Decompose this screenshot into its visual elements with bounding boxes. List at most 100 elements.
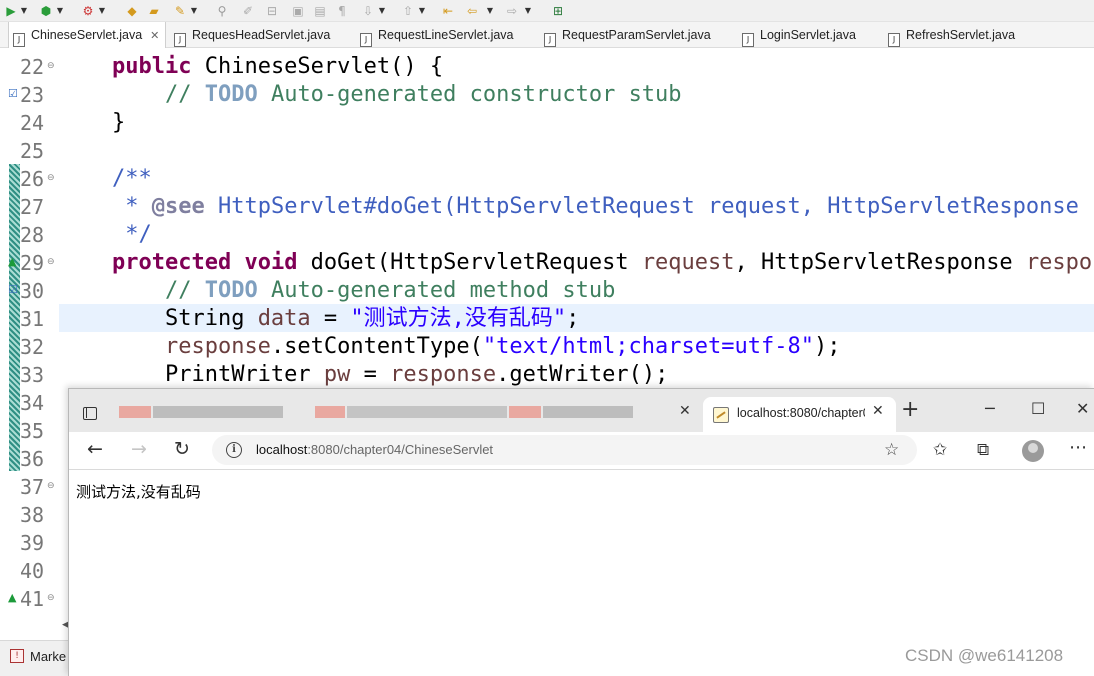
whitespace-icon[interactable]: ¶ [334,3,350,19]
code-line-28: */ [111,222,152,247]
tab-refresh-servlet[interactable]: J RefreshServlet.java [884,22,1015,48]
tab-request-line-servlet[interactable]: J RequestLineServlet.java [356,22,514,48]
debug-dropdown-icon[interactable]: ▼ [56,3,64,19]
code-line-29: protected void doGet(HttpServletRequest … [111,250,1094,275]
forward-icon[interactable]: → [131,438,147,460]
close-icon[interactable]: ✕ [150,29,159,42]
line-number: 41 [20,587,45,611]
code-line-27: * @see HttpServlet#doGet(HttpServletRequ… [111,194,1094,219]
previous-annotation-icon[interactable]: ⇧ [400,3,416,19]
maximize-icon[interactable]: ☐ [1031,399,1045,418]
block-selection-icon[interactable]: ▣ [290,3,306,19]
search-icon[interactable]: ✎ [172,3,188,19]
task-marker-icon[interactable]: ☑ [8,88,18,100]
override-marker-icon[interactable]: ▲ [8,592,16,604]
browser-tab-active[interactable]: localhost:8080/chapter0 ✕ [703,397,896,432]
fold-collapse-icon[interactable]: ⊖ [47,593,55,603]
favorites-add-icon[interactable]: ☆ [884,440,899,460]
line-number: 30 [20,279,45,303]
line-number: 25 [20,139,45,163]
external-tools-icon[interactable]: ⚙ [80,3,96,19]
tab-login-servlet[interactable]: J LoginServlet.java [738,22,856,48]
more-icon[interactable]: ⋯ [1069,437,1087,458]
new-package-icon[interactable]: ◆ [124,3,140,19]
code-line-26: /** [111,166,152,191]
task-marker-icon[interactable]: ☑ [8,284,18,296]
page-content: 测试方法,没有乱码 CSDN @we6141208 [69,470,1094,676]
toggle-breadcrumb-icon[interactable]: ✐ [240,3,256,19]
previous-annotation-dropdown-icon[interactable]: ▼ [418,3,426,19]
bottom-view-strip: ◀ ! Marke [0,619,70,676]
fold-collapse-icon[interactable]: ⊖ [47,173,55,183]
line-number: 27 [20,195,45,219]
line-number: 26 [20,167,45,191]
quick-diff-bar [9,164,20,471]
line-number: 39 [20,531,45,555]
fold-collapse-icon[interactable]: ⊖ [47,61,55,71]
back-history-icon[interactable]: ⇦ [464,3,480,19]
blurred-tab-title [153,406,283,418]
info-icon[interactable]: i [226,442,242,458]
line-number: 31 [20,307,45,331]
tab-label: LoginServlet.java [760,28,856,42]
java-file-icon: J [544,33,556,47]
line-number: 40 [20,559,45,583]
code-line-33: PrintWriter pw = response.getWriter(); [164,362,669,387]
word-wrap-icon[interactable]: ▤ [312,3,328,19]
tab-label: RefreshServlet.java [906,28,1016,42]
debug-icon[interactable]: ⬢ [38,3,54,19]
forward-history-dropdown-icon[interactable]: ▼ [524,3,532,19]
open-type-icon[interactable]: ▰ [146,3,162,19]
last-edit-icon[interactable]: ⇤ [440,3,456,19]
toggle-mark-icon[interactable]: ⚲ [214,3,230,19]
line-number: 37 [20,475,45,499]
line-number: 36 [20,447,45,471]
forward-history-icon[interactable]: ⇨ [504,3,520,19]
code-line-30: // TODO Auto-generated method stub [164,278,616,303]
code-line-23: // TODO Auto-generated constructor stub [164,82,682,107]
override-marker-icon[interactable]: ▲ [8,256,16,268]
run-icon[interactable]: ▶ [3,3,19,19]
browser-window: ✕ localhost:8080/chapter0 ✕ + ─ ☐ ✕ ← → … [68,388,1094,676]
next-annotation-dropdown-icon[interactable]: ▼ [378,3,386,19]
response-text: 测试方法,没有乱码 [76,483,201,501]
blurred-tab-title [315,406,345,418]
close-window-icon[interactable]: ✕ [1076,399,1089,418]
close-tab-icon[interactable]: ✕ [679,403,691,419]
back-icon[interactable]: ← [87,438,103,460]
markers-tab[interactable]: Marke [30,649,66,664]
close-tab-icon[interactable]: ✕ [872,403,884,419]
line-number: 29 [20,251,45,275]
address-bar[interactable]: i localhost:8080/chapter04/ChineseServle… [212,435,917,465]
watermark: CSDN @we6141208 [905,646,1064,665]
collections-icon[interactable]: ⧉ [977,440,989,460]
minimize-icon[interactable]: ─ [985,399,995,418]
line-number: 32 [20,335,45,359]
code-line-24: } [111,110,126,135]
line-number: 28 [20,223,45,247]
tab-request-param-servlet[interactable]: J RequestParamServlet.java [540,22,711,48]
next-annotation-icon[interactable]: ⇩ [360,3,376,19]
search-dropdown-icon[interactable]: ▼ [190,3,198,19]
run-dropdown-icon[interactable]: ▼ [20,3,28,19]
browser-tab-title: localhost:8080/chapter0 [737,406,865,420]
back-history-dropdown-icon[interactable]: ▼ [486,3,494,19]
eclipse-toolbar: ▶ ▼ ⬢ ▼ ⚙ ▼ ◆ ▰ ✎ ▼ ⚲ ✐ ⊟ ▣ ▤ ¶ ⇩ ▼ ⇧ ▼ … [0,0,1094,22]
open-perspective-icon[interactable]: ⊞ [550,3,566,19]
tab-request-head-servlet[interactable]: J RequesHeadServlet.java [170,22,330,48]
profile-icon[interactable] [1022,440,1044,462]
refresh-icon[interactable]: ↻ [174,438,190,460]
favorites-icon[interactable]: ✩ [933,440,947,460]
tab-chinese-servlet[interactable]: J ChineseServlet.java ✕ [8,22,166,48]
line-number: 38 [20,503,45,527]
fold-collapse-icon[interactable]: ⊖ [47,257,55,267]
java-file-icon: J [888,33,900,47]
line-number: 24 [20,111,45,135]
url-text[interactable]: localhost:8080/chapter04/ChineseServlet [256,442,493,457]
tab-actions-icon[interactable] [83,407,97,420]
annotation-icon[interactable]: ⊟ [264,3,280,19]
new-tab-icon[interactable]: + [901,397,919,422]
line-number: 35 [20,419,45,443]
external-tools-dropdown-icon[interactable]: ▼ [98,3,106,19]
fold-collapse-icon[interactable]: ⊖ [47,481,55,491]
